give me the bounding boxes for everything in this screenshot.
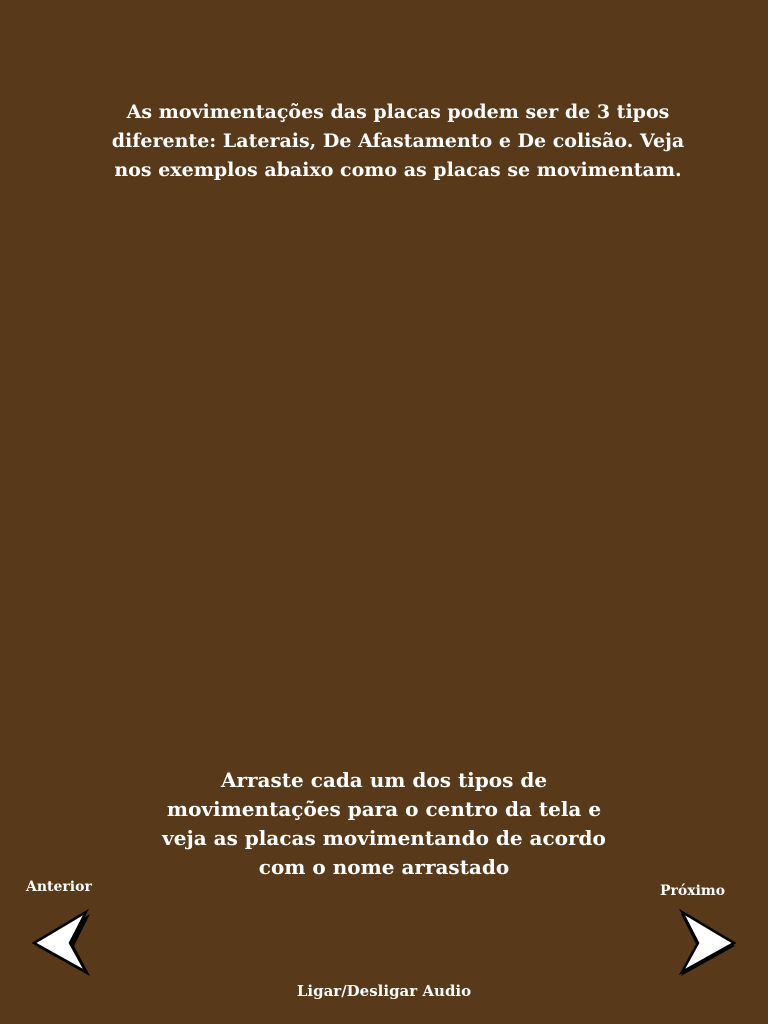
intro-text: As movimentações das placas podem ser de… [111, 101, 685, 181]
next-button[interactable] [678, 908, 738, 978]
previous-label: Anterior [26, 879, 92, 895]
previous-button[interactable] [30, 908, 90, 978]
instruction-text: Arraste cada um dos tipos de movimentaçõ… [162, 768, 606, 879]
next-label: Próximo [660, 883, 726, 899]
arrow-left-icon [31, 908, 90, 976]
audio-toggle-button[interactable]: Ligar/Desligar Audio [268, 982, 500, 1000]
arrow-right-icon [678, 908, 737, 976]
